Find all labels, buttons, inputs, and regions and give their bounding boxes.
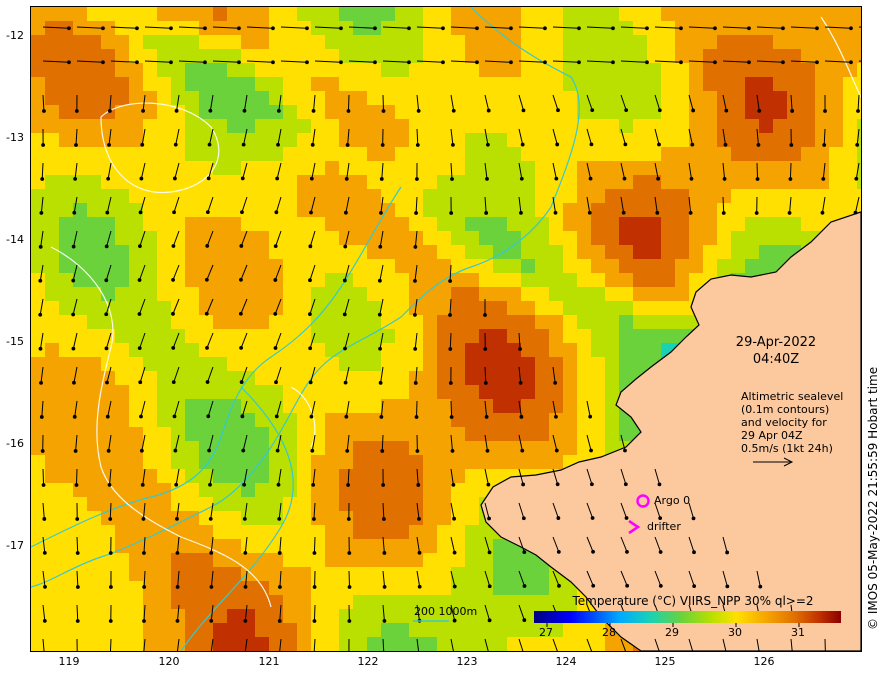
x-tick-label: 120 (158, 655, 180, 668)
x-tick-label: 125 (654, 655, 676, 668)
y-tick-label: -13 (6, 131, 24, 144)
y-tick-label: -16 (6, 437, 24, 450)
x-tick-label: 126 (753, 655, 775, 668)
map-date: 29-Apr-2022 (735, 335, 817, 350)
y-tick-label: -15 (6, 335, 24, 348)
altimetry-legend-line: 29 Apr 04Z (741, 429, 803, 442)
altimetry-legend-line: 0.5m/s (1kt 24h) (741, 442, 833, 455)
altimetry-legend-line: and velocity for (741, 416, 827, 429)
depth-contours-label: 200 1000m (414, 605, 478, 618)
x-tick-label: 124 (555, 655, 577, 668)
x-tick-label: 121 (258, 655, 280, 668)
x-tick-label: 122 (357, 655, 379, 668)
map-time: 04:40Z (752, 352, 800, 367)
colorbar-tick-label: 27 (539, 626, 553, 639)
sst-map[interactable] (30, 6, 862, 652)
altimetry-legend: Altimetric sealevel (0.1m contours) and … (741, 390, 843, 455)
y-tick-label: -12 (6, 29, 24, 42)
y-tick-label: -14 (6, 233, 24, 246)
colorbar-gradient (534, 611, 841, 623)
colorbar-tick-label: 29 (665, 626, 679, 639)
x-tick-label: 119 (58, 655, 80, 668)
x-tick-label: 123 (456, 655, 478, 668)
colorbar-tick-label: 28 (602, 626, 616, 639)
altimetry-legend-line: Altimetric sealevel (741, 390, 844, 403)
y-tick-label: -17 (6, 539, 24, 552)
argo-label: Argo 0 (654, 494, 691, 507)
colorbar-tick-label: 31 (791, 626, 805, 639)
colorbar-tick-label: 30 (728, 626, 742, 639)
colorbar-title: Temperature (°C) VIIRS_NPP 30% ql>=2 (572, 594, 814, 608)
drifter-label: drifter (647, 520, 681, 533)
map-timestamp: 29-Apr-2022 04:40Z (728, 334, 824, 368)
altimetry-legend-line: (0.1m contours) (741, 403, 830, 416)
copyright-text: © IMOS 05-May-2022 21:55:59 Hobart time (866, 366, 880, 630)
